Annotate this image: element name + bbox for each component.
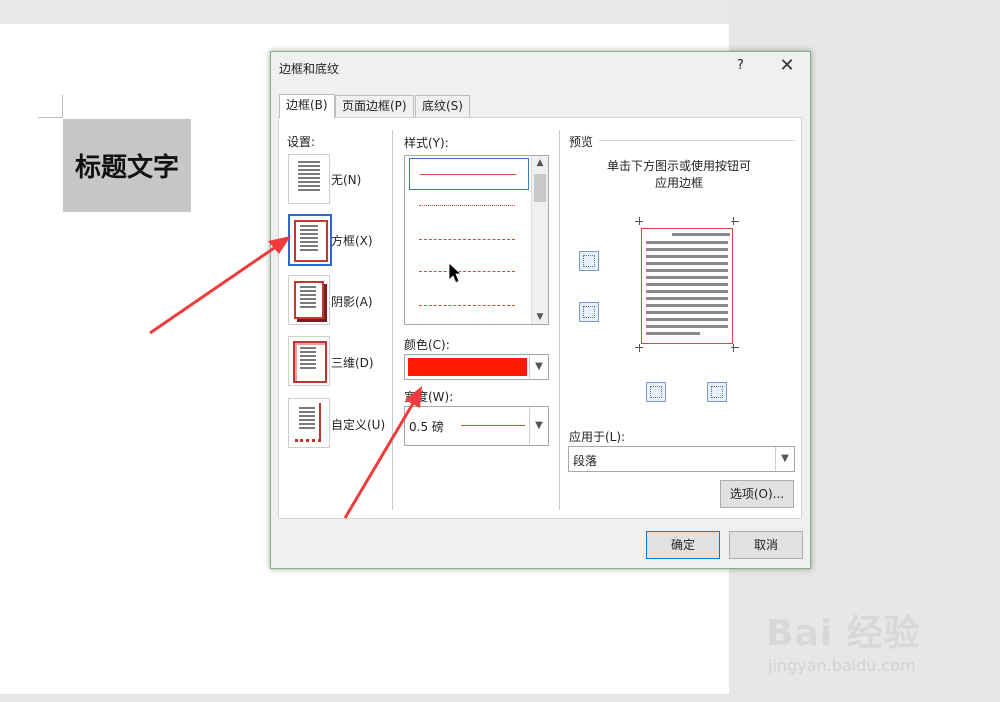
right-border-button[interactable] — [707, 382, 727, 402]
apply-to-value: 段落 — [573, 454, 598, 468]
chevron-down-icon[interactable]: ▼ — [529, 355, 548, 379]
help-button[interactable]: ? — [737, 58, 744, 73]
setting-label: 设置: — [287, 135, 316, 149]
style-option-dashed[interactable] — [409, 256, 527, 286]
document-heading[interactable]: 标题文字 — [63, 119, 191, 212]
scroll-up-icon[interactable]: ▲ — [532, 158, 548, 168]
divider-left — [392, 130, 393, 510]
chevron-down-icon[interactable]: ▼ — [775, 447, 794, 471]
close-icon[interactable]: ✕ — [776, 55, 798, 77]
color-dropdown[interactable]: ▼ — [404, 354, 549, 380]
corner-tick — [639, 217, 640, 225]
corner-tick — [639, 344, 640, 352]
setting-custom-label[interactable]: 自定义(U) — [331, 416, 385, 433]
style-list[interactable]: ▲ ▼ — [404, 155, 549, 325]
style-option-dash-dot[interactable] — [409, 290, 527, 320]
preview-page[interactable] — [641, 228, 733, 344]
style-option-solid[interactable] — [409, 158, 529, 190]
setting-3d-label[interactable]: 三维(D) — [331, 354, 374, 371]
tab-page-border[interactable]: 页面边框(P) — [335, 95, 414, 117]
setting-3d-icon[interactable] — [288, 336, 330, 386]
color-swatch — [408, 358, 527, 376]
setting-shadow-icon[interactable] — [288, 275, 330, 325]
setting-none-label[interactable]: 无(N) — [331, 171, 361, 188]
width-value: 0.5 磅 — [409, 420, 444, 434]
scroll-thumb[interactable] — [534, 174, 546, 202]
crop-mark-horizontal — [38, 117, 63, 118]
options-button[interactable]: 选项(O)... — [720, 480, 794, 508]
crop-mark-vertical — [62, 95, 63, 118]
setting-shadow-label[interactable]: 阴影(A) — [331, 293, 373, 310]
tab-borders[interactable]: 边框(B) — [279, 94, 335, 118]
setting-box-icon[interactable] — [288, 214, 332, 266]
left-border-button[interactable] — [646, 382, 666, 402]
setting-custom-icon[interactable] — [288, 398, 330, 448]
width-dropdown[interactable]: 0.5 磅 ▼ — [404, 406, 549, 446]
style-option-dotted[interactable] — [409, 190, 527, 220]
width-sample-line — [461, 425, 525, 426]
apply-to-label: 应用于(L): — [569, 430, 626, 444]
preview-title: 预览 — [569, 135, 594, 149]
style-option-dashed-small[interactable] — [409, 224, 527, 254]
setting-none-icon[interactable] — [288, 154, 330, 204]
baidu-watermark: Bai 经验 — [766, 613, 921, 654]
preview-hint: 单击下方图示或使用按钮可 应用边框 — [579, 158, 779, 192]
preview-hint-line2: 应用边框 — [654, 176, 703, 190]
ok-button[interactable]: 确定 — [646, 531, 720, 559]
baidu-watermark-url: jingyan.baidu.com — [768, 656, 916, 675]
borders-tab-panel: 设置: 无(N) 方框(X) 阴影(A) 三维(D) 自定义(U) 样式(Y): — [278, 117, 802, 519]
corner-tick — [733, 344, 734, 352]
chevron-down-icon[interactable]: ▼ — [529, 407, 548, 445]
divider-right — [559, 130, 560, 510]
preview-hint-line1: 单击下方图示或使用按钮可 — [606, 159, 751, 173]
style-label: 样式(Y): — [404, 136, 449, 150]
dialog-title: 边框和底纹 — [279, 62, 340, 76]
style-list-scrollbar[interactable]: ▲ ▼ — [531, 156, 548, 324]
apply-to-dropdown[interactable]: 段落 ▼ — [568, 446, 795, 472]
borders-and-shading-dialog: 边框和底纹 ? ✕ 边框(B) 页面边框(P) 底纹(S) 设置: 无(N) 方… — [270, 51, 811, 569]
cancel-button[interactable]: 取消 — [729, 531, 803, 559]
width-label: 宽度(W): — [404, 390, 454, 404]
bottom-border-button[interactable] — [579, 302, 599, 322]
top-border-button[interactable] — [579, 251, 599, 271]
color-label: 颜色(C): — [404, 338, 450, 352]
corner-tick — [733, 217, 734, 225]
scroll-down-icon[interactable]: ▼ — [532, 312, 548, 322]
setting-box-label[interactable]: 方框(X) — [331, 232, 373, 249]
tab-shading[interactable]: 底纹(S) — [415, 95, 470, 117]
preview-rule — [599, 140, 795, 141]
